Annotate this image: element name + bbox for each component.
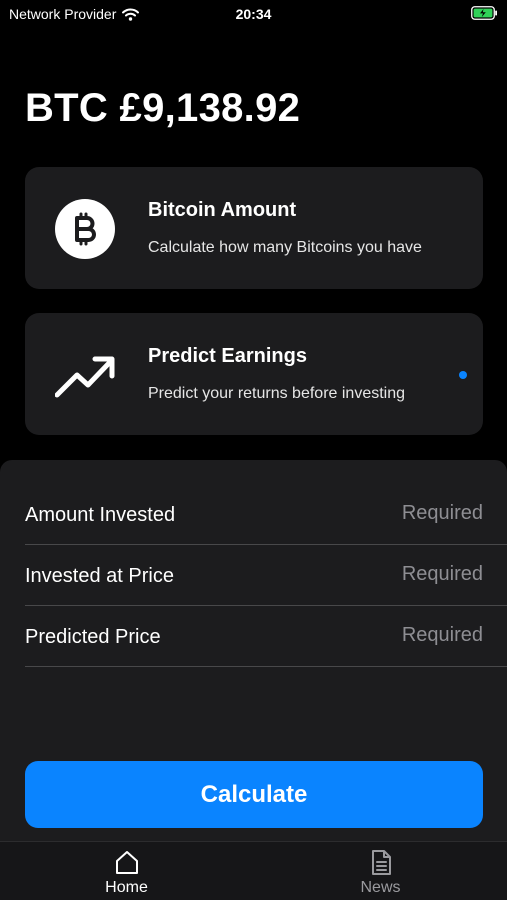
status-time: 20:34 <box>235 6 272 22</box>
tab-news-label: News <box>360 879 401 896</box>
bitcoin-amount-card[interactable]: Bitcoin Amount Calculate how many Bitcoi… <box>25 167 483 289</box>
battery-charging-icon <box>471 6 497 20</box>
card-title: Bitcoin Amount <box>148 199 297 221</box>
predicted-price-label: Predicted Price <box>25 626 161 648</box>
tab-home[interactable]: Home <box>0 842 253 900</box>
bitcoin-icon <box>55 199 115 259</box>
predicted-price-row: Predicted Price <box>25 606 507 667</box>
trending-up-icon <box>55 356 115 398</box>
tab-news[interactable]: News <box>254 842 507 900</box>
document-icon <box>371 850 391 875</box>
invested-at-price-label: Invested at Price <box>25 565 174 587</box>
tab-bar: Home News <box>0 841 507 900</box>
invested-at-price-input[interactable] <box>283 563 483 586</box>
card-subtitle: Predict your returns before investing <box>148 385 406 402</box>
predict-earnings-form-sheet: Amount Invested Invested at Price Predic… <box>0 460 507 900</box>
predict-earnings-card[interactable]: Predict Earnings Predict your returns be… <box>25 313 483 435</box>
amount-invested-label: Amount Invested <box>25 504 176 526</box>
btc-price-title: BTC £9,138.92 <box>25 86 301 130</box>
amount-invested-input[interactable] <box>283 502 483 525</box>
card-title: Predict Earnings <box>148 345 307 367</box>
amount-invested-row: Amount Invested <box>25 484 507 545</box>
predicted-price-input[interactable] <box>283 624 483 647</box>
card-subtitle: Calculate how many Bitcoins you have <box>148 239 422 256</box>
invested-at-price-row: Invested at Price <box>25 545 507 606</box>
selected-indicator-dot <box>459 371 467 379</box>
tab-home-label: Home <box>105 879 148 896</box>
calculate-button[interactable]: Calculate <box>25 761 483 828</box>
home-icon <box>115 851 138 874</box>
status-bar: Network Provider 20:34 <box>0 0 507 28</box>
